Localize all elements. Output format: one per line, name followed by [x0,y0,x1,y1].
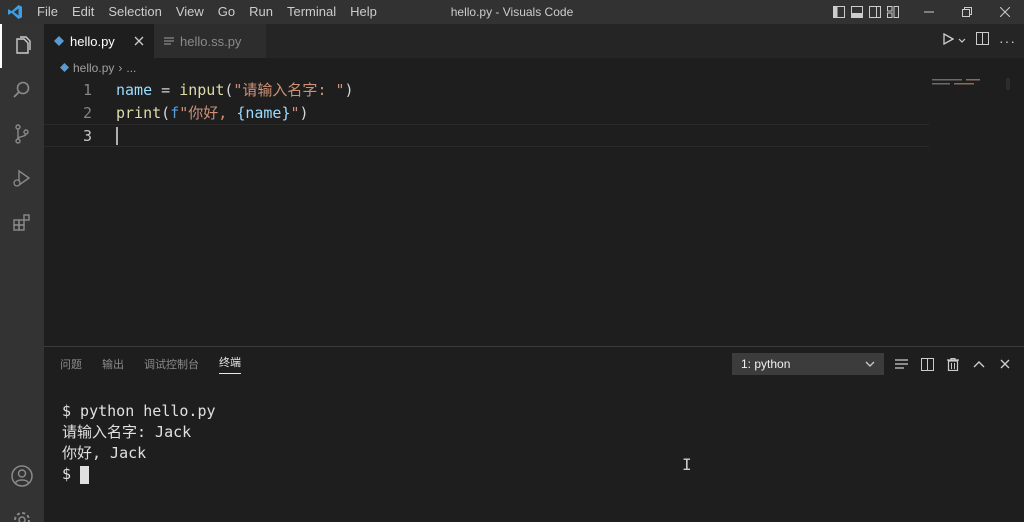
token-string: "你好, [179,104,237,122]
token-paren: ) [344,81,354,99]
menu-view[interactable]: View [169,0,211,24]
tab-problems[interactable]: 问题 [60,356,82,372]
python-file-icon [54,34,64,49]
minimap[interactable] [932,78,1016,92]
tab-terminal[interactable]: 终端 [219,354,241,374]
token-function: input [179,81,225,99]
file-lines-icon [164,34,174,49]
split-editor-icon[interactable] [976,32,989,50]
terminal-select-value: 1: python [741,357,791,371]
trash-icon[interactable] [944,353,962,375]
token-string: "请输入名字: " [233,81,345,99]
token-fstring-prefix: f [170,104,180,122]
breadcrumb-separator-icon: › [118,61,123,75]
token-string: " [290,104,300,122]
terminal-line: 你好, Jack [62,444,147,462]
close-window-icon[interactable] [986,0,1024,24]
terminal-line: 请输入名字: Jack [62,423,192,441]
menu-selection[interactable]: Selection [101,0,168,24]
title-bar: File Edit Selection View Go Run Terminal… [0,0,1024,24]
menu-run[interactable]: Run [242,0,280,24]
split-terminal-icon[interactable] [918,353,936,375]
run-file-icon[interactable] [942,32,955,50]
run-debug-icon[interactable] [0,156,44,200]
breadcrumb-file[interactable]: hello.py [73,61,114,75]
terminal-line: $ python hello.py [62,402,216,420]
vscode-logo-icon [0,0,30,24]
token-paren: ( [161,104,171,122]
terminal-cursor [80,465,90,484]
editor-tab-bar: hello.py hello.ss.py ··· [44,24,1024,58]
chevron-down-icon [865,357,875,371]
token-interpolation: {name} [236,104,291,122]
terminal-output[interactable]: $ python hello.py 请输入名字: Jack 你好, Jack $ [62,401,216,485]
chevron-down-icon[interactable] [958,32,966,50]
account-icon[interactable] [0,454,44,498]
menu-go[interactable]: Go [211,0,242,24]
customize-layout-icon[interactable] [884,0,902,24]
code-line: 2 print(f"你好, {name}") [44,101,929,124]
code-line-current: 3 [44,124,929,147]
line-number: 2 [82,103,92,122]
menu-bar: File Edit Selection View Go Run Terminal… [30,0,384,24]
more-actions-icon[interactable]: ··· [999,33,1016,49]
minimize-icon[interactable] [910,0,948,24]
maximize-panel-icon[interactable] [970,353,988,375]
terminal-select[interactable]: 1: python [732,353,884,375]
extensions-icon[interactable] [0,200,44,244]
search-icon[interactable] [0,68,44,112]
restore-icon[interactable] [948,0,986,24]
line-number: 3 [82,126,92,145]
bottom-panel: 问题 输出 调试控制台 终端 1: python $ python hello.… [44,346,1024,522]
token-variable: name [116,81,153,99]
menu-terminal[interactable]: Terminal [280,0,343,24]
close-panel-icon[interactable] [996,353,1014,375]
toggle-secondary-sidebar-icon[interactable] [866,0,884,24]
line-number: 1 [82,80,92,99]
tab-label: hello.py [70,33,115,49]
tab-label: hello.ss.py [180,33,242,49]
terminal-menu-icon[interactable] [892,353,910,375]
settings-icon[interactable] [0,498,44,522]
terminal-prompt-line: $ [62,464,216,485]
explorer-icon[interactable] [0,24,44,68]
tab-debug-console[interactable]: 调试控制台 [144,356,199,372]
text-cursor [116,126,118,145]
token-operator: = [152,81,180,99]
close-tab-icon[interactable] [134,34,144,49]
token-paren: ) [299,104,309,122]
token-function: print [116,104,162,122]
menu-file[interactable]: File [30,0,65,24]
source-control-icon[interactable] [0,112,44,156]
menu-edit[interactable]: Edit [65,0,101,24]
editor-scrollbar[interactable] [1010,78,1024,346]
code-line: 1 name = input("请输入名字: ") [44,78,929,101]
code-editor[interactable]: 1 name = input("请输入名字: ") 2 print(f"你好, … [44,78,929,147]
activity-bar [0,24,44,522]
tab-hello-py[interactable]: hello.py [44,24,154,58]
editor-area: hello.py hello.ss.py ··· hello.py › ... … [44,24,1024,346]
tab-hello-ss-py[interactable]: hello.ss.py [154,24,266,58]
mouse-ibeam-cursor-icon: I [682,455,692,474]
menu-help[interactable]: Help [343,0,384,24]
terminal-prompt: $ [62,465,72,483]
tab-output[interactable]: 输出 [102,356,124,372]
toggle-sidebar-icon[interactable] [830,0,848,24]
breadcrumb-python-icon [60,61,69,75]
breadcrumb-rest[interactable]: ... [126,61,136,75]
toggle-panel-icon[interactable] [848,0,866,24]
breadcrumb: hello.py › ... [44,58,1024,78]
